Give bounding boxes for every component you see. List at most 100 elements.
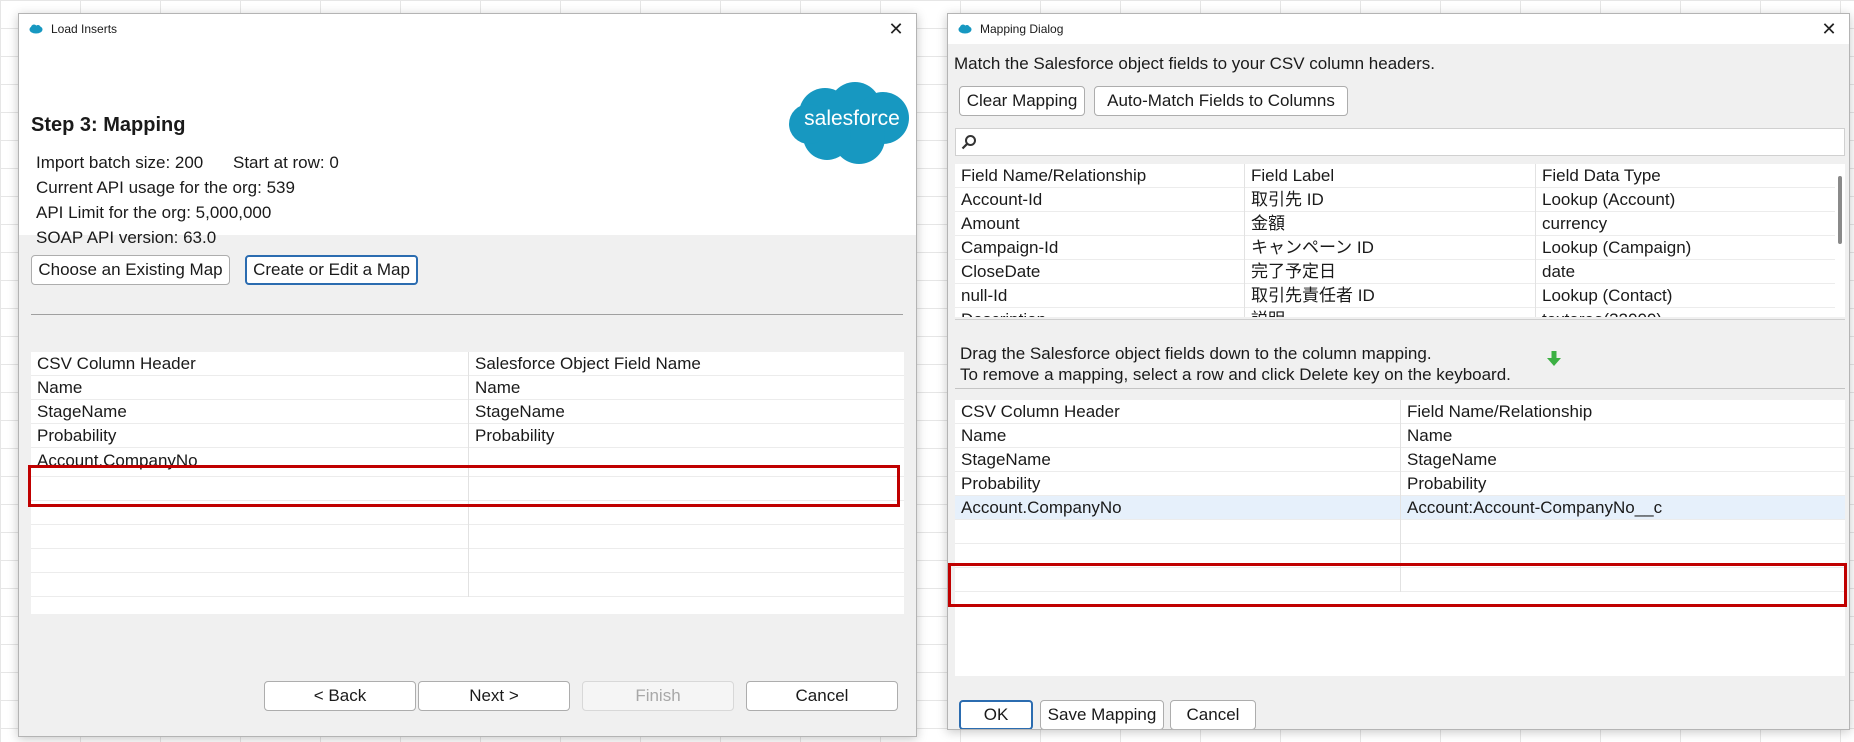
close-icon[interactable]: ✕	[884, 17, 908, 41]
mapping-dialog-titlebar: Mapping Dialog ✕	[948, 14, 1849, 44]
clear-mapping-button[interactable]: Clear Mapping	[959, 86, 1085, 116]
table-cell	[31, 525, 469, 549]
table-cell	[1401, 544, 1845, 568]
next-button[interactable]: Next >	[418, 681, 570, 711]
table-cell: Account.CompanyNo	[31, 448, 469, 477]
table-cell: StageName	[955, 448, 1401, 472]
table-cell: 説明	[1245, 308, 1536, 317]
save-mapping-button[interactable]: Save Mapping	[1040, 700, 1164, 729]
salesforce-logo: salesforce	[787, 78, 916, 168]
table-cell: Probability	[955, 472, 1401, 496]
table-header-row: CSV Column Header Salesforce Object Fiel…	[31, 352, 904, 376]
table-cell	[469, 573, 904, 597]
table-cell	[31, 549, 469, 573]
table-row[interactable]: Account-Id 取引先 ID Lookup (Account)	[955, 188, 1835, 212]
window-title: Load Inserts	[51, 22, 118, 36]
table-row[interactable]: CloseDate 完了予定日 date	[955, 260, 1835, 284]
table-cell	[469, 525, 904, 549]
table-row[interactable]: Amount 金額 currency	[955, 212, 1835, 236]
table-row[interactable]: Description 説明 textarea(32000)	[955, 308, 1835, 317]
ok-button[interactable]: OK	[959, 700, 1033, 729]
mapping-dialog-window: Mapping Dialog ✕ Match the Salesforce ob…	[947, 13, 1850, 730]
table-cell: Name	[475, 378, 521, 397]
column-header[interactable]: CSV Column Header	[955, 400, 1401, 424]
fields-table[interactable]: Field Name/Relationship Field Label Fiel…	[955, 164, 1835, 317]
arrow-down-icon	[1547, 351, 1561, 366]
auto-match-button[interactable]: Auto-Match Fields to Columns	[1094, 86, 1348, 116]
api-limit-text: API Limit for the org: 5,000,000	[36, 203, 272, 222]
soap-version-text: SOAP API version: 63.0	[36, 228, 217, 247]
table-cell: date	[1542, 262, 1576, 281]
table-cell	[1401, 520, 1845, 544]
table-row-selected[interactable]: Account.CompanyNo Account:Account-Compan…	[955, 496, 1845, 520]
api-usage-text: Current API usage for the org: 539	[36, 178, 295, 197]
choose-existing-map-button[interactable]: Choose an Existing Map	[31, 255, 230, 285]
table-row[interactable]: Account.CompanyNo	[31, 448, 904, 477]
column-header[interactable]: Field Name/Relationship	[1401, 400, 1845, 424]
table-cell: Lookup (Contact)	[1542, 286, 1673, 305]
column-header[interactable]: Field Name/Relationship	[955, 164, 1245, 188]
column-header[interactable]: Field Label	[1245, 164, 1536, 188]
create-edit-map-button[interactable]: Create or Edit a Map	[245, 255, 418, 285]
load-inserts-window: Load Inserts ✕ Step 3: Mapping Import ba…	[18, 13, 917, 737]
table-cell	[955, 568, 1401, 592]
table-row[interactable]: Campaign-Id キャンペーン ID Lookup (Campaign)	[955, 236, 1835, 260]
table-row[interactable]: Probability Probability	[955, 472, 1845, 496]
table-cell: StageName	[475, 402, 565, 421]
column-mapping-table[interactable]: CSV Column Header Field Name/Relationshi…	[955, 400, 1845, 676]
table-cell: Account.CompanyNo	[955, 496, 1401, 520]
table-cell	[31, 573, 469, 597]
step-title: Step 3: Mapping	[31, 114, 186, 136]
table-cell	[469, 549, 904, 573]
salesforce-logo-text: salesforce	[804, 107, 900, 130]
fields-table-scrollbar[interactable]	[1835, 164, 1845, 317]
finish-button[interactable]: Finish	[582, 681, 734, 711]
table-cell: 完了予定日	[1245, 260, 1536, 284]
back-button[interactable]: < Back	[264, 681, 416, 711]
table-cell: Name	[955, 424, 1401, 448]
table-cell: Probability	[31, 424, 469, 448]
table-row[interactable]: StageName StageName	[31, 400, 904, 424]
instruction-text: Match the Salesforce object fields to yo…	[954, 54, 1435, 73]
column-header[interactable]: CSV Column Header	[31, 352, 469, 376]
empty-row	[955, 568, 1845, 592]
column-header[interactable]: Field Data Type	[1536, 164, 1835, 188]
close-icon[interactable]: ✕	[1817, 17, 1841, 41]
table-cell: 取引先 ID	[1245, 188, 1536, 212]
search-input[interactable]	[955, 128, 1845, 156]
table-row[interactable]: null-Id 取引先責任者 ID Lookup (Contact)	[955, 284, 1835, 308]
table-header-row: Field Name/Relationship Field Label Fiel…	[955, 164, 1835, 188]
table-cell: null-Id	[955, 284, 1245, 308]
table-cell	[31, 501, 469, 525]
table-cell: Campaign-Id	[955, 236, 1245, 260]
column-header[interactable]: Salesforce Object Field Name	[469, 352, 904, 376]
table-cell: Amount	[955, 212, 1245, 236]
table-cell	[955, 544, 1401, 568]
step-header-panel: Step 3: Mapping Import batch size: 200 S…	[19, 44, 916, 247]
scrollbar-thumb[interactable]	[1838, 176, 1842, 244]
table-row[interactable]: StageName StageName	[955, 448, 1845, 472]
csv-mapping-table[interactable]: CSV Column Header Salesforce Object Fiel…	[31, 352, 904, 614]
empty-row	[31, 525, 904, 549]
table-cell: Account:Account-CompanyNo__c	[1407, 498, 1663, 517]
cancel-button[interactable]: Cancel	[746, 681, 898, 711]
salesforce-cloud-icon	[29, 24, 43, 34]
table-cell: CloseDate	[955, 260, 1245, 284]
table-row[interactable]: Probability Probability	[31, 424, 904, 448]
table-row[interactable]: Name Name	[31, 376, 904, 400]
table-row[interactable]: Name Name	[955, 424, 1845, 448]
table-cell: StageName	[1407, 450, 1497, 469]
load-inserts-titlebar: Load Inserts ✕	[19, 14, 916, 44]
table-cell	[469, 448, 904, 477]
cancel-button[interactable]: Cancel	[1170, 700, 1256, 729]
table-cell: Lookup (Campaign)	[1542, 238, 1692, 257]
table-cell: 金額	[1245, 212, 1536, 236]
empty-row	[31, 549, 904, 573]
start-row-text: Start at row: 0	[233, 153, 339, 172]
table-cell	[469, 501, 904, 525]
batch-size-text: Import batch size: 200	[36, 153, 204, 172]
table-cell: キャンペーン ID	[1245, 236, 1536, 260]
table-cell: Probability	[1407, 474, 1487, 493]
split-divider[interactable]	[955, 319, 1845, 324]
table-cell: Name	[31, 376, 469, 400]
